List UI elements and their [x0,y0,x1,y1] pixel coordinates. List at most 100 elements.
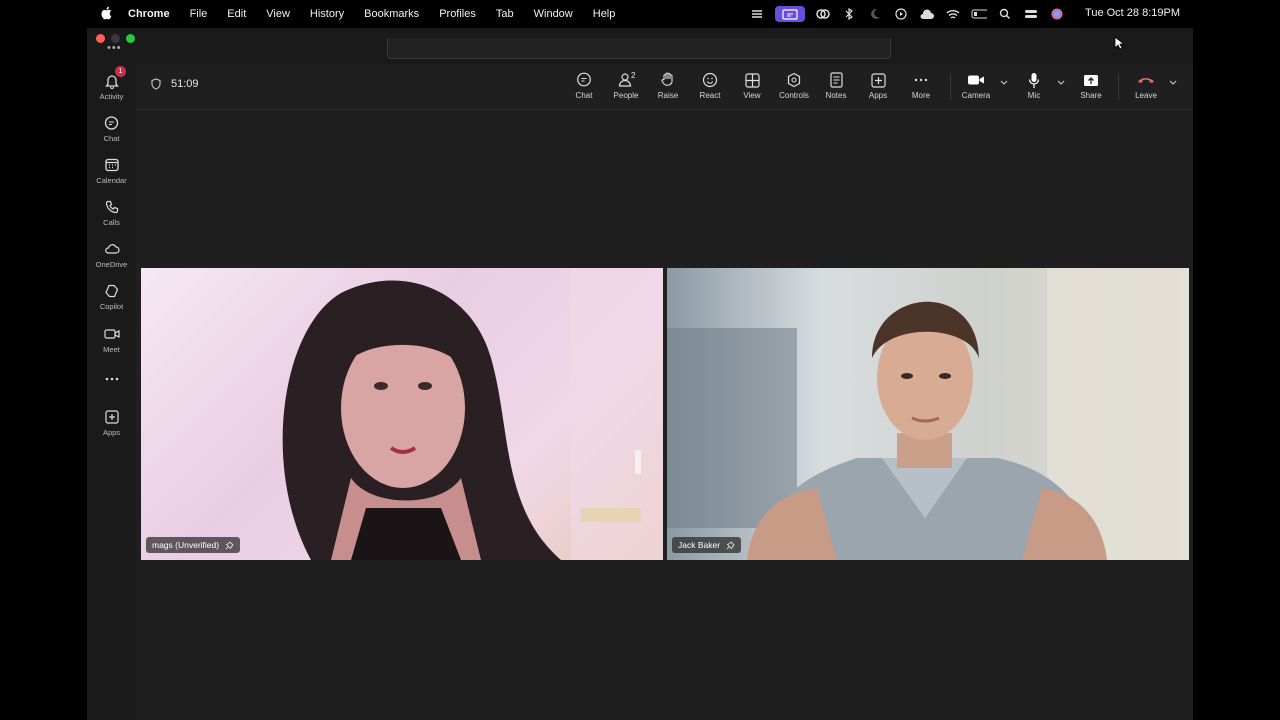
menu-help[interactable]: Help [593,8,616,20]
menu-edit[interactable]: Edit [227,8,246,20]
apple-menu-icon[interactable] [100,6,114,23]
rail-item-activity[interactable]: 1 Activity [87,66,136,101]
play-icon[interactable] [893,6,909,22]
notes-button[interactable]: Notes [816,70,856,100]
macos-menubar: Chrome File Edit View History Bookmarks … [0,0,1280,28]
share-button[interactable]: Share [1071,70,1111,100]
grid-view-icon [732,70,772,90]
mic-chevron-down-icon[interactable] [1057,80,1065,85]
copilot-icon [87,282,136,300]
people-button[interactable]: 2 People [606,70,646,100]
people-label: People [613,91,639,100]
mic-button[interactable]: Mic [1014,70,1054,100]
rail-label: Copilot [99,302,124,311]
rail-label: Calls [103,218,120,227]
camera-chevron-down-icon[interactable] [1000,80,1008,85]
siri-icon[interactable] [1049,6,1065,22]
toolbar-divider [1118,74,1119,100]
meeting-toolbar: 51:09 Chat 2 People Raise React View Con… [136,64,1193,110]
chat-icon [564,70,604,90]
menu-view[interactable]: View [266,8,290,20]
moon-icon[interactable] [867,6,883,22]
menu-tab[interactable]: Tab [496,8,514,20]
icloud-icon[interactable] [919,6,935,22]
rail-item-more[interactable] [87,370,136,388]
leave-button[interactable]: Leave [1126,70,1166,100]
meeting-timer: 51:09 [151,78,199,90]
hang-up-icon [1126,70,1166,90]
status-icons [749,0,1065,28]
rail-label: Calendar [96,176,127,185]
participant-video-tile[interactable]: Jack Baker [667,268,1189,560]
rail-item-onedrive[interactable]: OneDrive [87,240,136,269]
participant-video-tile[interactable]: mags (Unverified) [141,268,663,560]
more-label: More [911,91,931,100]
menu-window[interactable]: Window [534,8,573,20]
react-button[interactable]: React [690,70,730,100]
rail-item-meet[interactable]: Meet [87,325,136,354]
battery-icon[interactable] [971,6,987,22]
rail-label: Apps [102,428,121,437]
microphone-icon [1014,70,1054,90]
more-button[interactable]: More [901,70,941,100]
cloud-icon [87,240,136,258]
bell-icon [87,72,136,90]
bluetooth-icon[interactable] [841,6,857,22]
participant-name-tag: mags (Unverified) [146,537,241,553]
controls-button[interactable]: Controls [774,70,814,100]
controls-label: Controls [779,91,809,100]
screen-share-icon[interactable] [775,6,805,22]
people-icon: 2 [606,70,646,90]
calendar-icon [87,156,136,174]
menu-profiles[interactable]: Profiles [439,8,476,20]
apps-label: Apps [868,91,888,100]
mic-label: Mic [1027,91,1041,100]
rail-label: OneDrive [95,260,128,269]
leave-label: Leave [1135,91,1157,100]
menu-bookmarks[interactable]: Bookmarks [364,8,419,20]
participant-video [667,268,1189,560]
menu-file[interactable]: File [190,8,208,20]
close-window-button[interactable] [96,34,105,43]
notes-label: Notes [825,91,847,100]
chat-icon [87,114,136,132]
titlebar-more-icon[interactable]: ••• [107,42,122,54]
controls-icon [774,70,814,90]
rail-item-chat[interactable]: Chat [87,114,136,143]
participant-name: mags (Unverified) [152,540,220,550]
rail-label: Chat [103,134,120,143]
participant-video [282,268,663,560]
menu-history[interactable]: History [310,8,344,20]
menubar-clock[interactable]: Tue Oct 28 8:19PM [1085,7,1180,19]
raise-hand-button[interactable]: Raise [648,70,688,100]
chat-button[interactable]: Chat [564,70,604,100]
camera-button[interactable]: Camera [956,70,996,100]
window-titlebar: ••• [87,28,1193,64]
smiley-icon [690,70,730,90]
wifi-icon[interactable] [945,6,961,22]
rail-item-calendar[interactable]: Calendar [87,156,136,185]
pin-icon[interactable] [726,540,735,550]
react-label: React [699,91,721,100]
control-center-icon[interactable] [1023,6,1039,22]
view-button[interactable]: View [732,70,772,100]
video-icon [87,325,136,343]
zoom-window-button[interactable] [126,34,135,43]
toolbar-divider [950,74,951,100]
leave-chevron-down-icon[interactable] [1169,80,1177,85]
activity-badge: 1 [115,66,126,77]
menu-chrome[interactable]: Chrome [128,8,170,20]
spotlight-icon[interactable] [997,6,1013,22]
camera-label: Camera [961,91,991,100]
search-input[interactable] [387,38,891,59]
pin-icon[interactable] [225,540,234,550]
rail-item-calls[interactable]: Calls [87,198,136,227]
rail-item-copilot[interactable]: Copilot [87,282,136,311]
menu-extra-icon[interactable] [749,6,765,22]
add-app-icon [87,408,136,426]
mouse-cursor-icon [1114,36,1124,50]
creative-cloud-icon[interactable] [815,6,831,22]
rail-item-apps[interactable]: Apps [87,408,136,437]
apps-button[interactable]: Apps [858,70,898,100]
share-label: Share [1080,91,1102,100]
